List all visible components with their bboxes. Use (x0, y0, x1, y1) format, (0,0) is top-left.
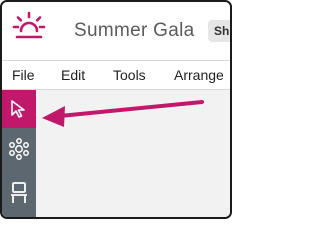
share-button[interactable]: Sh (208, 20, 230, 42)
menu-tools[interactable]: Tools (113, 67, 146, 83)
table-seats-icon (9, 138, 29, 160)
tool-select-button[interactable] (2, 90, 36, 128)
menu-bar: File Edit Tools Arrange (2, 60, 230, 90)
menu-edit[interactable]: Edit (61, 67, 85, 83)
design-canvas[interactable] (36, 90, 230, 217)
chair-icon (11, 182, 27, 203)
menu-arrange[interactable]: Arrange (174, 67, 224, 83)
app-title: Summer Gala (74, 20, 195, 41)
app-window: Summer Gala Sh File Edit Tools Arrange (0, 0, 232, 219)
tool-chair-button[interactable] (2, 174, 36, 212)
menu-file[interactable]: File (12, 67, 35, 83)
pointer-icon (11, 100, 25, 118)
app-header: Summer Gala Sh (2, 2, 230, 60)
sun-icon (12, 11, 46, 39)
tool-seating-button[interactable] (2, 130, 36, 168)
tool-rail (2, 90, 36, 217)
